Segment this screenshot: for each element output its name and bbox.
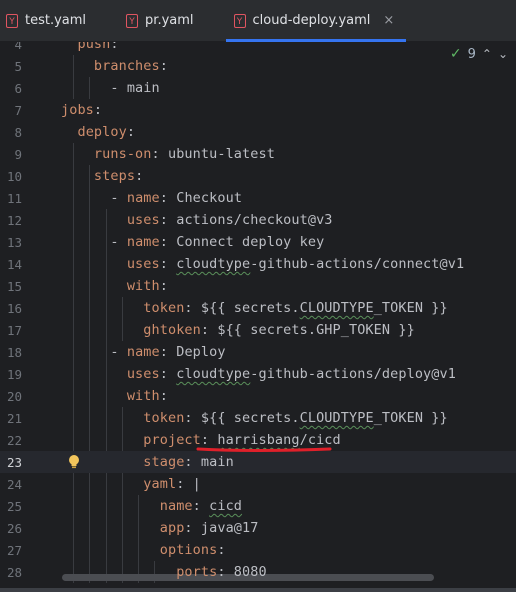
red-underline-annotation [196,447,332,452]
tab-test-yaml[interactable]: Ytest.yaml [0,0,98,41]
line-number: 5 [14,58,22,74]
code-line[interactable]: 21 token: ${{ secrets.CLOUDTYPE_TOKEN }} [0,407,516,429]
code-text: name: cicd [159,498,243,514]
code-text: with: [126,388,168,404]
tab-label: cloud-deploy.yaml [252,13,371,28]
code-line[interactable]: 9 runs-on: ubuntu-latest [0,143,516,165]
line-number: 6 [14,80,22,96]
line-number: 4 [14,42,22,52]
code-line[interactable]: 16 token: ${{ secrets.CLOUDTYPE_TOKEN }} [0,297,516,319]
line-number: 20 [6,388,22,404]
code-editor[interactable]: ✓ 9 ⌃ ⌄ 4 push: 5 branches: 6 - main 7 jobs:… [0,42,516,592]
code-text: ghtoken: ${{ secrets.GHP_TOKEN }} [143,322,415,338]
code-text: jobs: [61,102,103,118]
line-number: 23 [6,454,22,470]
code-text: - name: Checkout [110,190,243,206]
tab-pr-yaml[interactable]: Ypr.yaml [118,0,205,41]
code-line[interactable]: 8 deploy: [0,121,516,143]
line-number: 8 [14,124,22,140]
line-number: 15 [6,278,22,294]
code-line[interactable]: 26 app: java@17 [0,517,516,539]
code-line[interactable]: 12 uses: actions/checkout@v3 [0,209,516,231]
yaml-file-icon: Y [233,13,246,28]
code-text: uses: cloudtype-github-actions/connect@v… [126,256,465,272]
code-text: token: ${{ secrets.CLOUDTYPE_TOKEN }} [143,300,448,316]
code-text: deploy: [77,124,136,140]
code-text: steps: [93,168,144,184]
line-number: 19 [6,366,22,382]
code-text: ports: 8080 [176,564,267,580]
code-line[interactable]: 25 name: cicd [0,495,516,517]
code-text: with: [126,278,168,294]
line-number: 7 [14,102,22,118]
close-icon[interactable]: × [383,13,394,28]
code-text: - name: Deploy [110,344,226,360]
code-text: runs-on: ubuntu-latest [93,146,275,162]
line-number: 9 [14,146,22,162]
line-number: 24 [6,476,22,492]
code-text: uses: actions/checkout@v3 [126,212,333,228]
tab-cloud-deploy-yaml[interactable]: Ycloud-deploy.yaml × [225,0,407,42]
code-line[interactable]: 27 options: [0,539,516,561]
line-number: 17 [6,322,22,338]
line-number: 26 [6,520,22,536]
code-line[interactable]: 24 yaml: | [0,473,516,495]
code-line[interactable]: 19 uses: cloudtype-github-actions/deploy… [0,363,516,385]
code-line[interactable]: 7 jobs: [0,99,516,121]
line-number: 25 [6,498,22,514]
line-number: 22 [6,432,22,448]
yaml-file-icon: Y [6,13,18,28]
line-number: 27 [6,542,22,558]
line-number: 16 [6,300,22,316]
code-text: - name: Connect deploy key [110,234,325,250]
code-line[interactable]: 15 with: [0,275,516,297]
yaml-file-icon: Y [126,13,139,28]
code-line[interactable]: 6 - main [0,77,516,99]
line-number: 21 [6,410,22,426]
lightbulb-icon[interactable] [67,454,81,470]
code-text: push: [77,42,119,52]
code-line[interactable]: 4 push: [0,42,516,55]
status-strip [0,588,516,592]
code-text: token: ${{ secrets.CLOUDTYPE_TOKEN }} [143,410,448,426]
code-line[interactable]: 17 ghtoken: ${{ secrets.GHP_TOKEN }} [0,319,516,341]
code-text: branches: [93,58,168,74]
tab-label: pr.yaml [145,13,194,28]
code-line[interactable]: 14 uses: cloudtype-github-actions/connec… [0,253,516,275]
code-text: stage: main [143,454,234,470]
line-number: 28 [6,564,22,580]
code-line[interactable]: 11 - name: Checkout [0,187,516,209]
code-text: yaml: | [143,476,201,492]
editor-tab-bar: Ytest.yaml Ypr.yaml Ycloud-deploy.yaml × [0,0,516,42]
line-number: 18 [6,344,22,360]
tab-label: test.yaml [25,13,87,28]
code-text: app: java@17 [159,520,259,536]
line-number: 14 [6,256,22,272]
code-text: options: [159,542,226,558]
code-line[interactable]: 10 steps: [0,165,516,187]
code-line[interactable]: 18 - name: Deploy [0,341,516,363]
code-line[interactable]: 13 - name: Connect deploy key [0,231,516,253]
code-text: uses: cloudtype-github-actions/deploy@v1 [126,366,456,382]
line-number: 11 [6,190,22,206]
code-text: - main [61,80,160,96]
line-number: 12 [6,212,22,228]
code-line[interactable]: 20 with: [0,385,516,407]
code-line[interactable]: 28 ports: 8080 [0,561,516,583]
line-number: 10 [6,168,22,184]
line-number: 13 [6,234,22,250]
code-line[interactable]: 5 branches: [0,55,516,77]
